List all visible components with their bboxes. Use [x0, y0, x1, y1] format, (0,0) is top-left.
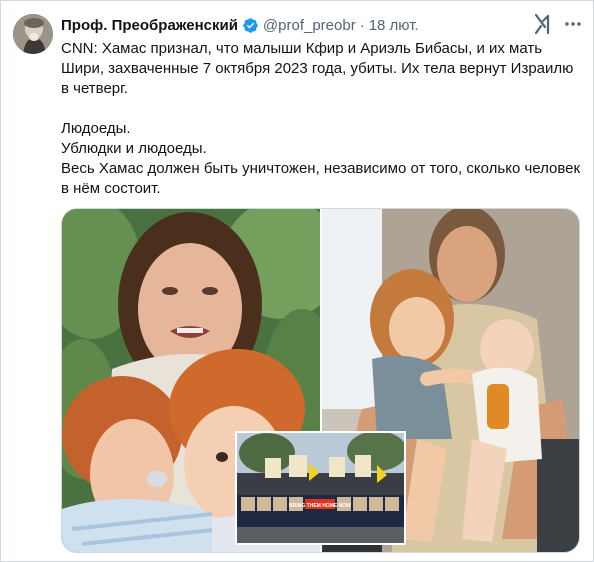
tweet-card[interactable]: Проф. Преображенский @prof_preobr · 18 л…	[0, 0, 594, 562]
inset-photo-protest[interactable]: BRING THEM HOME NOW	[235, 431, 406, 545]
banner-text: BRING THEM HOME NOW	[289, 503, 351, 509]
tweet-header: Проф. Преображенский @prof_preobr · 18 л…	[61, 15, 419, 35]
author-name[interactable]: Проф. Преображенский	[61, 17, 238, 34]
separator: ·	[359, 16, 365, 34]
timestamp[interactable]: 18 лют.	[369, 17, 419, 34]
tweet-text: CNN: Хамас признал, что малыши Кфир и Ар…	[61, 39, 581, 199]
tweet-line: Весь Хамас должен быть уничтожен, незави…	[61, 160, 581, 197]
tweet-media[interactable]: BRING THEM HOME NOW	[61, 208, 580, 553]
grok-icon[interactable]	[533, 13, 553, 35]
more-options-icon[interactable]	[563, 14, 583, 34]
tweet-line: Ублюдки и людоеды.	[61, 140, 207, 157]
author-handle[interactable]: @prof_preobr	[263, 17, 356, 34]
tweet-line: Людоеды.	[61, 120, 131, 137]
avatar[interactable]	[13, 14, 53, 54]
tweet-paragraph: CNN: Хамас признал, что малыши Кфир и Ар…	[61, 40, 574, 97]
verified-badge-icon[interactable]	[242, 17, 259, 34]
